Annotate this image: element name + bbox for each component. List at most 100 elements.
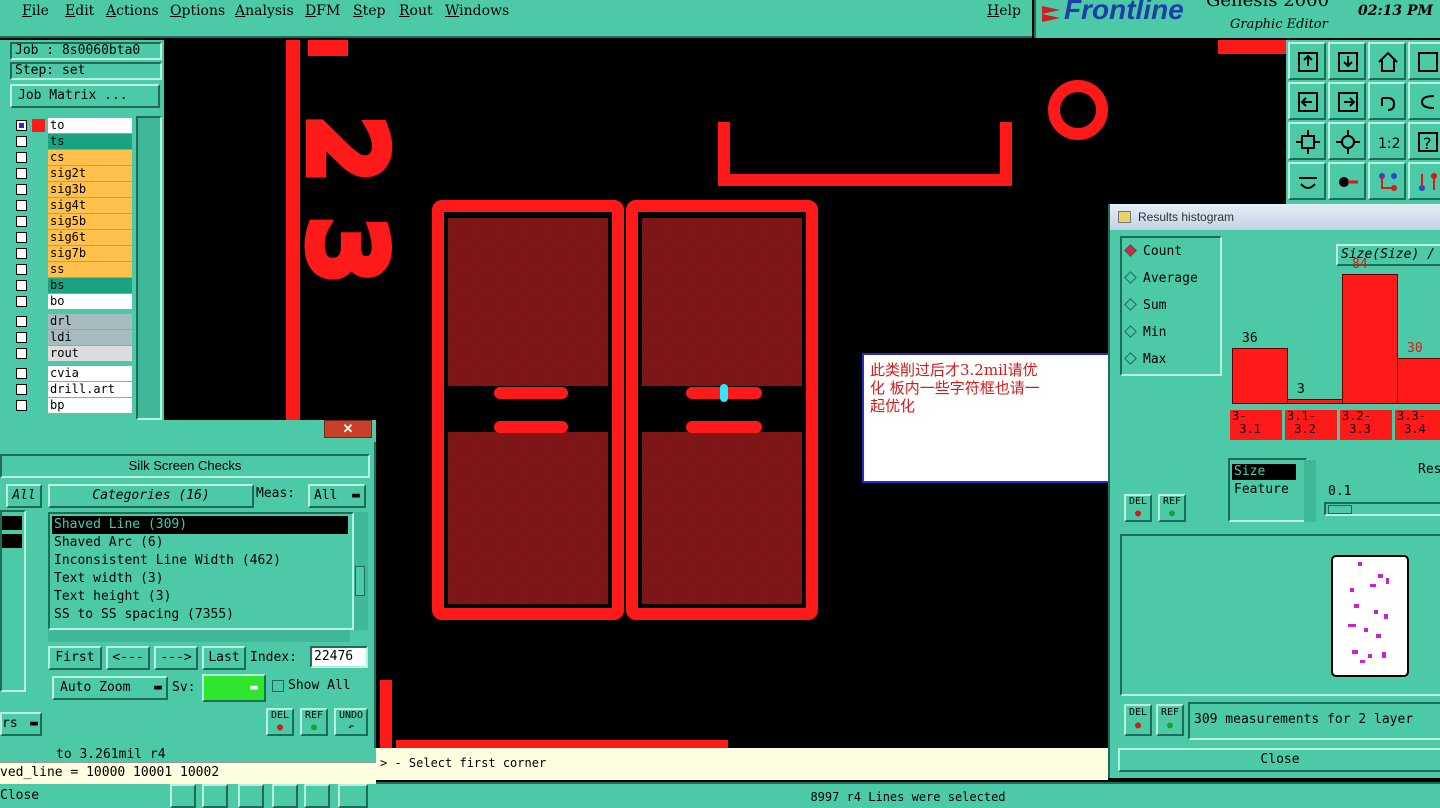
- menu-actions[interactable]: Actions: [106, 3, 159, 19]
- layer-checkbox[interactable]: [16, 216, 27, 227]
- measure-icon[interactable]: [1288, 162, 1326, 200]
- attribute-scrollbar[interactable]: [1304, 460, 1316, 522]
- menu-analysis[interactable]: Analysis: [235, 3, 294, 19]
- layer-checkbox[interactable]: [16, 400, 27, 411]
- layer-checkbox[interactable]: [16, 296, 27, 307]
- bar-range-label[interactable]: 3- 3.1: [1230, 410, 1282, 440]
- menu-edit[interactable]: Edit: [65, 3, 94, 19]
- pan-up-icon[interactable]: [1288, 42, 1326, 80]
- list-item[interactable]: [2, 534, 22, 548]
- res-slider[interactable]: [1324, 502, 1440, 516]
- histogram-close-button[interactable]: Close: [1118, 748, 1440, 772]
- ref-layer-icon[interactable]: [238, 784, 264, 808]
- layer-row[interactable]: cs: [12, 150, 134, 165]
- zoom-fit-icon[interactable]: [1288, 122, 1326, 160]
- layer-row[interactable]: ts: [12, 134, 134, 149]
- board-preview[interactable]: [1120, 534, 1440, 696]
- histogram-bar[interactable]: [1397, 358, 1440, 404]
- index-input[interactable]: 22476: [310, 646, 368, 668]
- bar-range-label[interactable]: 3.1- 3.2: [1285, 410, 1337, 440]
- silk-del-button[interactable]: DEL ●: [266, 708, 294, 736]
- histogram-bar[interactable]: [1342, 274, 1398, 404]
- category-item[interactable]: Text width (3): [52, 570, 348, 588]
- option-average[interactable]: Average: [1124, 271, 1198, 286]
- option-count[interactable]: Count: [1124, 244, 1182, 259]
- highlighted-feature[interactable]: [720, 384, 728, 402]
- category-item[interactable]: Shaved Arc (6): [52, 534, 348, 552]
- layer-row[interactable]: ss: [12, 262, 134, 277]
- histogram-bar[interactable]: [1287, 399, 1343, 404]
- layer-list-scrollbar[interactable]: [136, 116, 162, 420]
- layer-row[interactable]: drill.art: [12, 382, 134, 397]
- report-icon[interactable]: [304, 784, 330, 808]
- layer-row[interactable]: ldi: [12, 330, 134, 345]
- attribute-size[interactable]: Size: [1232, 464, 1296, 480]
- option-sum[interactable]: Sum: [1124, 298, 1166, 313]
- filter-dropdown[interactable]: rs ▬: [0, 712, 42, 736]
- menu-windows[interactable]: Windows: [445, 3, 509, 19]
- meas-dropdown[interactable]: All ▬: [308, 484, 366, 508]
- layer-checkbox[interactable]: [16, 200, 27, 211]
- list-item[interactable]: [2, 516, 22, 530]
- zoom-dropdown[interactable]: Auto Zoom ▬: [52, 676, 168, 700]
- close-label[interactable]: Close: [0, 788, 39, 803]
- option-max[interactable]: Max: [1124, 352, 1166, 367]
- layer-checkbox[interactable]: [16, 184, 27, 195]
- menu-options[interactable]: Options: [170, 3, 225, 19]
- flag-icon[interactable]: [202, 784, 228, 808]
- layer-checkbox[interactable]: [16, 168, 27, 179]
- option-min[interactable]: Min: [1124, 325, 1166, 340]
- del-button[interactable]: DEL ●: [1124, 494, 1152, 522]
- layer-row[interactable]: bp: [12, 398, 134, 413]
- layer-row[interactable]: drl: [12, 314, 134, 329]
- preview-del-button[interactable]: DEL ●: [1124, 704, 1152, 736]
- layer-checkbox[interactable]: [16, 264, 27, 275]
- silk-title-strip[interactable]: [0, 420, 376, 442]
- layer-row[interactable]: sig2t: [12, 166, 134, 181]
- category-hscrollbar[interactable]: [48, 630, 350, 642]
- histogram-title-bar[interactable]: Results histogram: [1110, 204, 1440, 230]
- category-item[interactable]: Shaved Line (309): [52, 516, 348, 534]
- zoom-window-icon[interactable]: [1408, 42, 1440, 80]
- close-icon[interactable]: ✕: [324, 420, 372, 438]
- help-icon[interactable]: ?: [1408, 122, 1440, 160]
- scroll-thumb[interactable]: [355, 566, 365, 596]
- menu-help[interactable]: Help: [987, 3, 1021, 19]
- layer-row[interactable]: sig7b: [12, 246, 134, 261]
- undo-view-icon[interactable]: [1368, 82, 1406, 120]
- preview-ref-button[interactable]: REF ●: [1156, 704, 1184, 736]
- ref-button[interactable]: REF ●: [1158, 494, 1186, 522]
- categories-button[interactable]: Categories (16): [48, 484, 254, 508]
- sv-color-dropdown[interactable]: ▬: [202, 674, 266, 702]
- all-button[interactable]: All: [6, 484, 42, 508]
- netlist-compare-icon[interactable]: [1408, 162, 1440, 200]
- pan-down-icon[interactable]: [1328, 42, 1366, 80]
- attribute-feature[interactable]: Feature: [1232, 482, 1302, 498]
- job-matrix-button[interactable]: Job Matrix ...: [10, 84, 160, 108]
- layer-row[interactable]: sig6t: [12, 230, 134, 245]
- prev-button[interactable]: <---: [106, 646, 150, 670]
- layer-checkbox[interactable]: [16, 348, 27, 359]
- exec-icon[interactable]: [170, 784, 196, 808]
- home-icon[interactable]: [1368, 42, 1406, 80]
- layer-checkbox[interactable]: [16, 248, 27, 259]
- pan-right-icon[interactable]: [1328, 82, 1366, 120]
- redraw-icon[interactable]: [1408, 82, 1440, 120]
- snap-icon[interactable]: [1328, 162, 1366, 200]
- layer-checkbox[interactable]: [16, 232, 27, 243]
- zoom-center-icon[interactable]: [1328, 122, 1366, 160]
- layer-row[interactable]: bo: [12, 294, 134, 309]
- bar-range-label[interactable]: 3.2- 3.3: [1340, 410, 1392, 440]
- layer-checkbox[interactable]: [16, 384, 27, 395]
- netlist-icon[interactable]: [1368, 162, 1406, 200]
- category-item[interactable]: SS to SS spacing (7355): [52, 606, 348, 624]
- layer-row[interactable]: sig3b: [12, 182, 134, 197]
- category-list[interactable]: Shaved Line (309) Shaved Arc (6) Inconsist…: [48, 512, 354, 630]
- zoom-1to2-icon[interactable]: 1:2: [1368, 122, 1406, 160]
- histogram-bar[interactable]: [1232, 348, 1288, 404]
- layer-row[interactable]: rout: [12, 346, 134, 361]
- silk-undo-button[interactable]: UNDO ↶: [334, 708, 368, 736]
- layer-checkbox[interactable]: [16, 332, 27, 343]
- bar-range-label[interactable]: 3.3- 3.4: [1395, 410, 1440, 440]
- layer-checkbox[interactable]: [16, 316, 27, 327]
